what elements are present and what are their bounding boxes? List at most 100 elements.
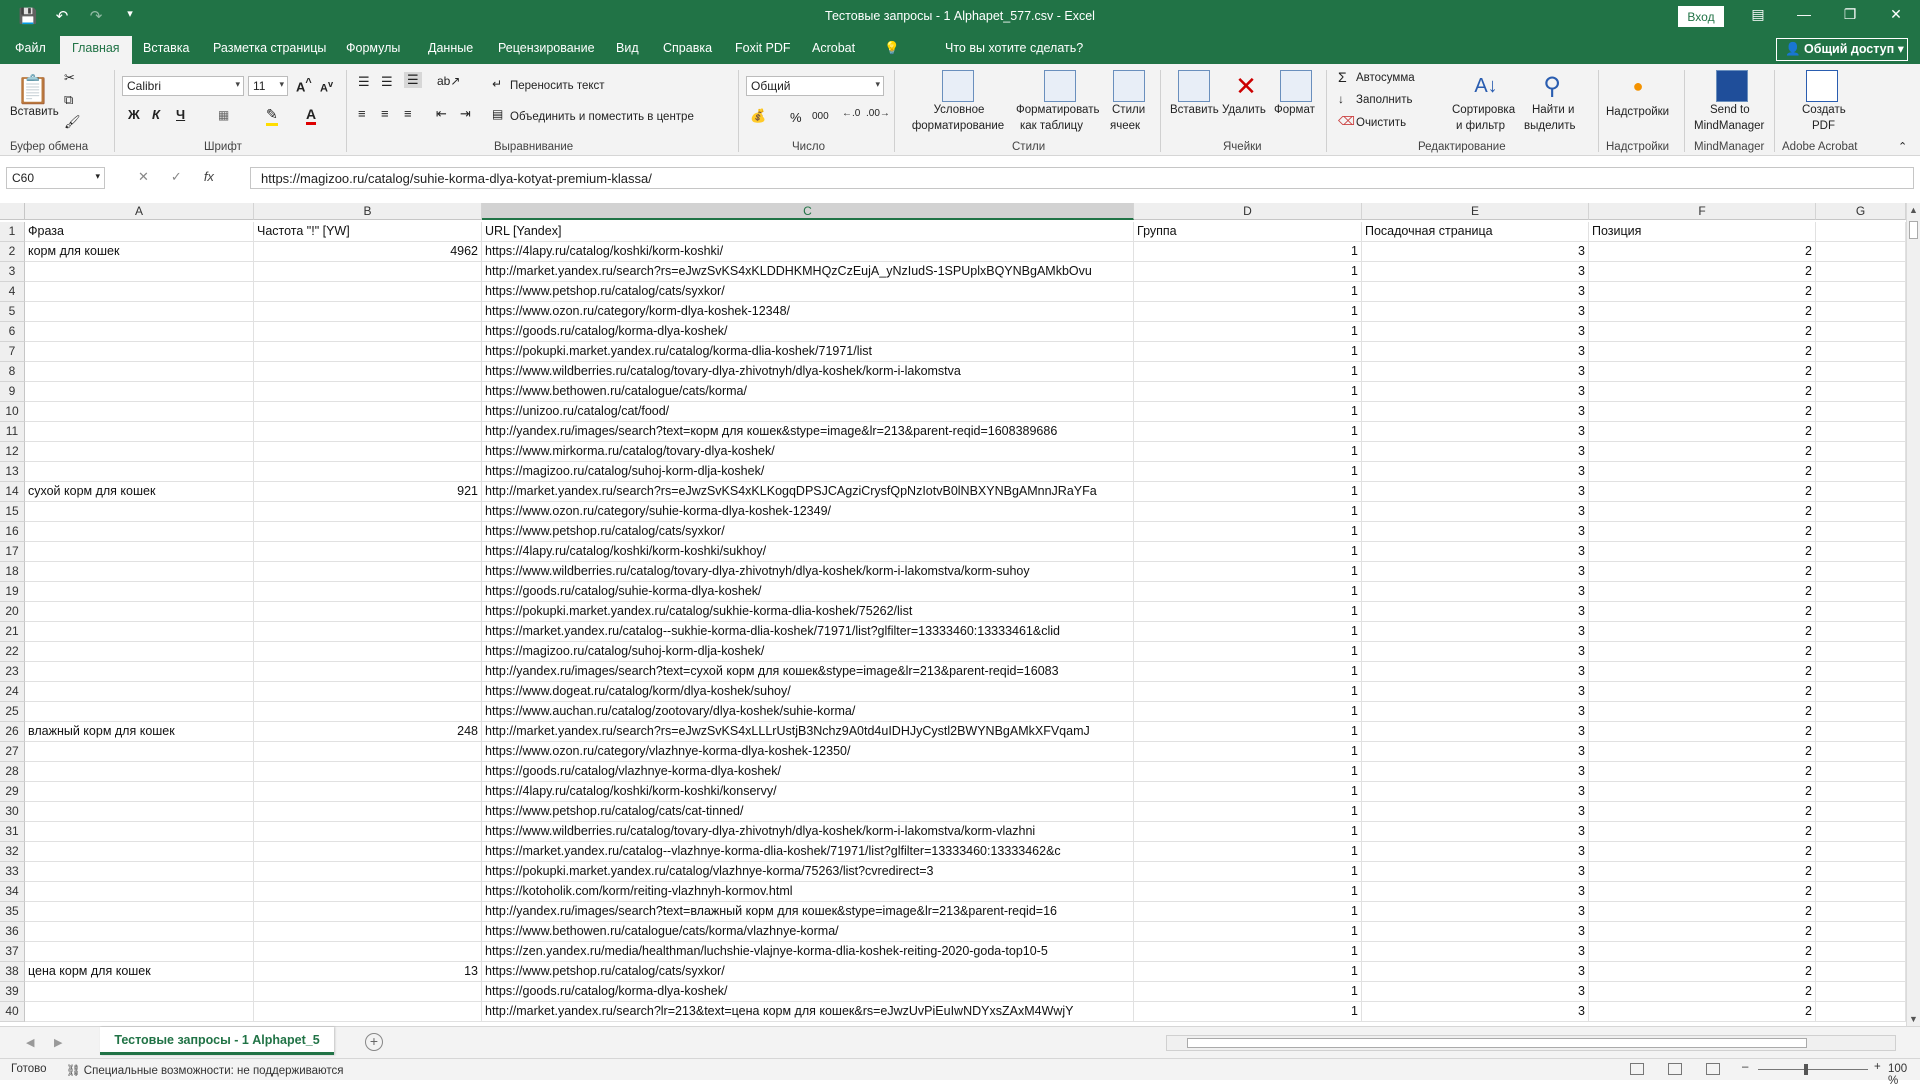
table-cell[interactable] (25, 1002, 254, 1022)
table-cell[interactable] (254, 702, 482, 722)
table-cell[interactable] (25, 862, 254, 882)
table-cell[interactable] (1816, 282, 1906, 302)
row-header[interactable]: 3 (0, 262, 25, 282)
table-cell[interactable] (1816, 762, 1906, 782)
row-header[interactable]: 24 (0, 682, 25, 702)
table-cell[interactable]: https://www.auchan.ru/catalog/zootovary/… (482, 702, 1134, 722)
table-cell[interactable]: 2 (1589, 262, 1816, 282)
table-cell[interactable] (1816, 982, 1906, 1002)
header-cell[interactable]: URL [Yandex] (482, 222, 1134, 242)
table-cell[interactable]: https://goods.ru/catalog/korma-dlya-kosh… (482, 322, 1134, 342)
tab-foxit-pdf[interactable]: Foxit PDF (735, 41, 791, 55)
table-cell[interactable]: 2 (1589, 282, 1816, 302)
table-cell[interactable]: 3 (1362, 642, 1589, 662)
table-cell[interactable] (25, 542, 254, 562)
table-cell[interactable] (25, 842, 254, 862)
scroll-down-icon[interactable]: ▼ (1909, 1014, 1918, 1024)
table-cell[interactable]: 3 (1362, 482, 1589, 502)
align-middle-icon[interactable]: ☰ (381, 74, 393, 90)
paste-icon[interactable]: 📋 (14, 70, 52, 108)
row-header[interactable]: 25 (0, 702, 25, 722)
table-cell[interactable]: 1 (1134, 442, 1362, 462)
table-cell[interactable]: 1 (1134, 282, 1362, 302)
table-cell[interactable]: 3 (1362, 562, 1589, 582)
cell-styles-line2[interactable]: ячеек (1110, 120, 1140, 132)
table-cell[interactable] (25, 942, 254, 962)
table-cell[interactable]: https://unizoo.ru/catalog/cat/food/ (482, 402, 1134, 422)
table-cell[interactable]: 3 (1362, 902, 1589, 922)
table-cell[interactable]: 2 (1589, 522, 1816, 542)
table-cell[interactable]: 1 (1134, 302, 1362, 322)
table-cell[interactable]: 1 (1134, 742, 1362, 762)
table-cell[interactable]: 3 (1362, 282, 1589, 302)
table-cell[interactable]: 1 (1134, 342, 1362, 362)
table-cell[interactable]: 1 (1134, 822, 1362, 842)
table-cell[interactable]: 1 (1134, 802, 1362, 822)
table-cell[interactable] (254, 362, 482, 382)
table-cell[interactable] (254, 542, 482, 562)
table-cell[interactable]: 2 (1589, 882, 1816, 902)
comma-style-button[interactable]: 000 (812, 111, 829, 122)
row-header[interactable]: 30 (0, 802, 25, 822)
table-cell[interactable]: 1 (1134, 322, 1362, 342)
column-header[interactable]: C (482, 203, 1134, 220)
table-cell[interactable] (1816, 862, 1906, 882)
table-cell[interactable] (25, 462, 254, 482)
table-cell[interactable] (254, 282, 482, 302)
table-cell[interactable]: 2 (1589, 602, 1816, 622)
fill-color-icon[interactable]: ✎ (266, 106, 278, 126)
table-cell[interactable]: 1 (1134, 762, 1362, 782)
row-header[interactable]: 17 (0, 542, 25, 562)
table-cell[interactable] (25, 662, 254, 682)
delete-cells-button[interactable]: Удалить (1222, 104, 1266, 116)
table-cell[interactable]: 1 (1134, 882, 1362, 902)
table-cell[interactable]: 1 (1134, 462, 1362, 482)
header-cell[interactable]: Позиция (1589, 222, 1816, 242)
table-cell[interactable]: 1 (1134, 902, 1362, 922)
table-cell[interactable]: 3 (1362, 622, 1589, 642)
table-cell[interactable] (254, 682, 482, 702)
table-cell[interactable]: цена корм для кошек (25, 962, 254, 982)
table-cell[interactable]: https://market.yandex.ru/catalog--sukhie… (482, 622, 1134, 642)
table-cell[interactable] (1816, 962, 1906, 982)
row-header[interactable]: 28 (0, 762, 25, 782)
add-sheet-icon[interactable]: + (365, 1033, 383, 1051)
table-cell[interactable]: 2 (1589, 582, 1816, 602)
tab-review[interactable]: Рецензирование (498, 41, 595, 55)
table-cell[interactable]: https://www.wildberries.ru/catalog/tovar… (482, 822, 1134, 842)
table-cell[interactable]: 1 (1134, 722, 1362, 742)
row-header[interactable]: 14 (0, 482, 25, 502)
table-cell[interactable] (254, 902, 482, 922)
table-cell[interactable] (1816, 402, 1906, 422)
table-cell[interactable]: 2 (1589, 862, 1816, 882)
table-cell[interactable]: 3 (1362, 1002, 1589, 1022)
table-cell[interactable]: 2 (1589, 482, 1816, 502)
table-cell[interactable]: 1 (1134, 962, 1362, 982)
table-cell[interactable]: 2 (1589, 402, 1816, 422)
clear-button[interactable]: Очистить (1356, 117, 1406, 129)
row-header[interactable]: 7 (0, 342, 25, 362)
minimize-icon[interactable]: — (1784, 6, 1824, 22)
mindmanager-icon[interactable] (1716, 70, 1748, 102)
table-cell[interactable]: 1 (1134, 642, 1362, 662)
table-cell[interactable] (1816, 742, 1906, 762)
table-cell[interactable]: 1 (1134, 682, 1362, 702)
align-left-icon[interactable]: ≡ (358, 106, 366, 121)
table-cell[interactable] (25, 782, 254, 802)
prev-sheet-icon[interactable]: ◀ (26, 1036, 34, 1049)
table-cell[interactable] (25, 282, 254, 302)
sort-filter-icon[interactable]: A↓ (1470, 70, 1502, 102)
table-cell[interactable]: 1 (1134, 662, 1362, 682)
table-cell[interactable] (1816, 782, 1906, 802)
table-cell[interactable]: http://market.yandex.ru/search?rs=eJwzSv… (482, 482, 1134, 502)
table-cell[interactable] (25, 902, 254, 922)
row-header[interactable]: 15 (0, 502, 25, 522)
page-break-view-icon[interactable] (1706, 1063, 1720, 1075)
table-cell[interactable] (25, 582, 254, 602)
table-cell[interactable] (1816, 502, 1906, 522)
table-cell[interactable]: 1 (1134, 482, 1362, 502)
table-cell[interactable]: 3 (1362, 402, 1589, 422)
underline-button[interactable]: Ч (176, 107, 185, 122)
table-cell[interactable]: https://zen.yandex.ru/media/healthman/lu… (482, 942, 1134, 962)
table-cell[interactable]: https://market.yandex.ru/catalog--vlazhn… (482, 842, 1134, 862)
